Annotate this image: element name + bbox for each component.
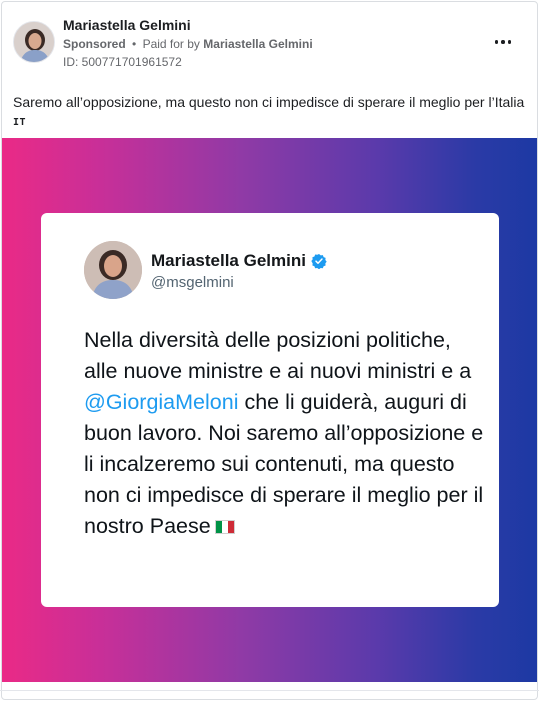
person-photo-icon [84,241,142,299]
sponsored-label: Sponsored [63,37,126,51]
ad-caption: Saremo all’opposizione, ma questo non ci… [13,94,525,110]
tweet-handle: @msgelmini [151,274,234,291]
more-horizontal-icon [507,40,512,44]
italy-flag-icon [214,520,235,534]
language-tag: IT [13,117,27,128]
ad-header: Mariastella Gelmini Sponsored • Paid for… [2,2,537,82]
tweet-author-avatar [84,241,142,299]
library-id: ID: 500771701961572 [63,55,182,69]
paid-for-prefix: Paid for by [142,37,200,51]
tweet-author-name-text: Mariastella Gelmini [151,251,306,270]
verified-badge-icon [311,254,327,269]
more-horizontal-icon [494,40,499,44]
tweet-card: Mariastella Gelmini @msgelmini Nella div… [41,213,499,607]
paid-for-name: Mariastella Gelmini [203,37,313,51]
tweet-author-name: Mariastella Gelmini [151,251,327,271]
ad-creative-image[interactable]: Mariastella Gelmini @msgelmini Nella div… [2,138,537,682]
tweet-text-part: Nella diversità delle posizioni politich… [84,328,472,383]
person-photo-icon [14,22,54,62]
divider [0,690,539,691]
ad-card: Mariastella Gelmini Sponsored • Paid for… [1,1,538,700]
more-options-button[interactable] [491,32,515,52]
tweet-text: Nella diversità delle posizioni politich… [84,325,484,542]
page-avatar[interactable] [13,21,55,63]
sponsored-line: Sponsored • Paid for by Mariastella Gelm… [63,37,313,51]
more-horizontal-icon [501,40,505,44]
page-name[interactable]: Mariastella Gelmini [63,17,191,33]
separator-dot: • [132,37,137,51]
tweet-mention: @GiorgiaMeloni [84,390,239,414]
